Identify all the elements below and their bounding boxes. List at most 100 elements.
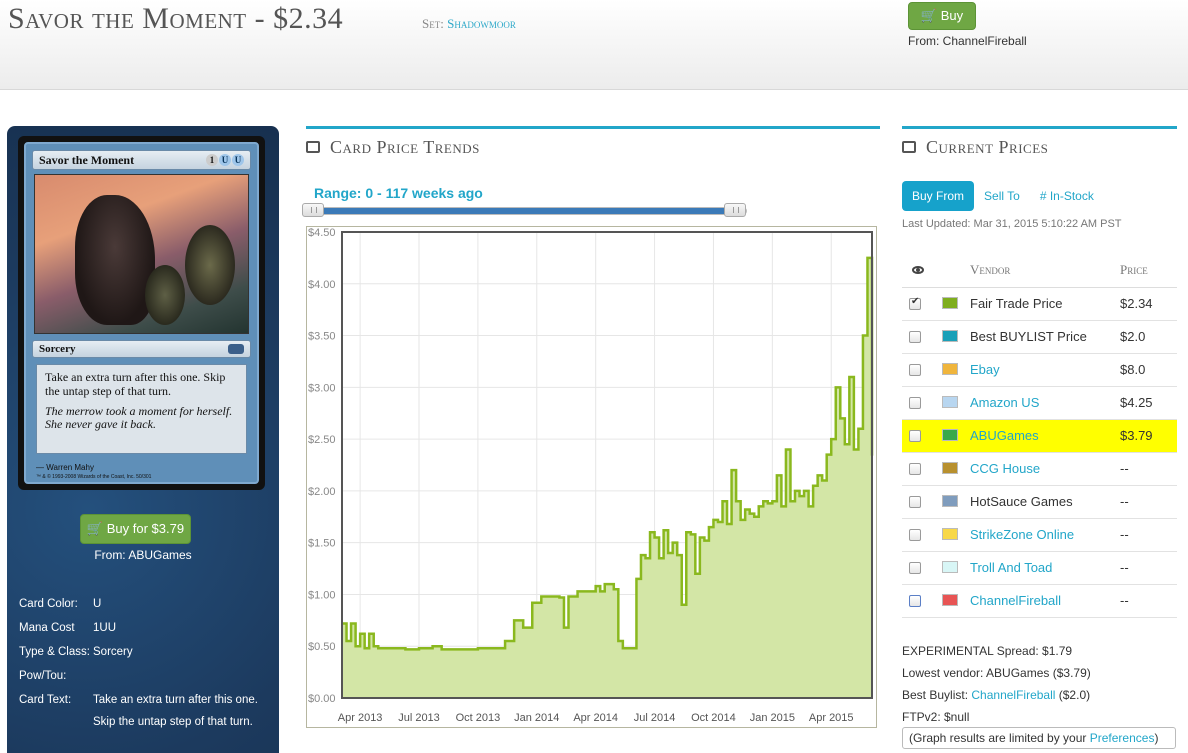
- best-buylist-link[interactable]: ChannelFireball: [971, 688, 1055, 702]
- tab-buy-from[interactable]: Buy From: [902, 181, 975, 211]
- vendor-row: Troll And Toad --: [902, 551, 1177, 585]
- vendor-name[interactable]: ChannelFireball: [970, 593, 1061, 608]
- y-tick-label: $4.00: [308, 279, 336, 291]
- card-text-box: Take an extra turn after this one. Skip …: [36, 364, 247, 454]
- eye-icon: [912, 265, 924, 274]
- x-tick-label: Oct 2013: [456, 712, 501, 724]
- prices-top-rule: [902, 126, 1177, 129]
- preferences-link[interactable]: Preferences: [1090, 731, 1155, 745]
- vendor-name: HotSauce Games: [970, 494, 1073, 509]
- vendor-row: HotSauce Games --: [902, 485, 1177, 519]
- x-tick-label: Jul 2014: [634, 712, 676, 724]
- card-name-bar: Savor the Moment 1UU: [32, 150, 251, 170]
- spread-text: EXPERIMENTAL Spread: $1.79: [902, 644, 1073, 658]
- vendor-name[interactable]: Ebay: [970, 362, 1000, 377]
- vendor-visibility-checkbox[interactable]: [909, 397, 921, 409]
- vendor-name[interactable]: CCG House: [970, 461, 1040, 476]
- vendor-name[interactable]: Amazon US: [970, 395, 1039, 410]
- vendor-visibility-checkbox[interactable]: [909, 430, 921, 442]
- cart-icon: 🛒: [920, 8, 938, 23]
- y-tick-label: $1.00: [308, 589, 336, 601]
- vendor-row: ABUGames $3.79: [902, 419, 1177, 453]
- mana-symbol-blue: U: [232, 154, 244, 166]
- page-title: Savor the Moment - $2.34: [8, 2, 344, 35]
- card-panel: Savor the Moment 1UU Sorcery Take an ext…: [7, 126, 279, 753]
- vendor-row: ChannelFireball --: [902, 584, 1177, 618]
- y-tick-label: $0.50: [308, 641, 336, 653]
- vendor-price: $4.25: [1120, 386, 1177, 420]
- tab-sell-to[interactable]: Sell To: [974, 181, 1030, 211]
- vendor-visibility-checkbox[interactable]: [909, 296, 921, 310]
- range-handle-end[interactable]: [724, 203, 746, 217]
- set-link[interactable]: Shadowmoor: [447, 16, 516, 31]
- vendor-visibility-checkbox[interactable]: [909, 562, 921, 574]
- table-header-row: Vendor Price: [902, 253, 1177, 288]
- best-buylist-text: Best Buylist: ChannelFireball ($2.0): [902, 688, 1091, 702]
- vendor-color-swatch: [942, 495, 958, 507]
- range-slider[interactable]: [302, 203, 747, 217]
- price-summary: EXPERIMENTAL Spread: $1.79 Lowest vendor…: [902, 640, 1182, 728]
- tab-in-stock[interactable]: # In-Stock: [1030, 181, 1104, 211]
- buy-for-button[interactable]: 🛒 Buy for $3.79: [80, 514, 191, 544]
- last-updated: Last Updated: Mar 31, 2015 5:10:22 AM PS…: [902, 218, 1122, 230]
- buy-for-label: Buy for $3.79: [106, 521, 185, 536]
- card-info-row: Pow/Tou:: [19, 670, 67, 682]
- vendor-price-table: Vendor Price Fair Trade Price$2.34Best B…: [902, 253, 1177, 618]
- card-info-row: Mana Cost 1UU: [19, 622, 117, 634]
- vendor-color-swatch: [942, 594, 958, 606]
- vendor-visibility-checkbox[interactable]: [909, 595, 921, 607]
- y-tick-label: $3.00: [308, 382, 336, 394]
- vendor-price: $8.0: [1120, 353, 1177, 387]
- buy-button-label: Buy: [940, 8, 964, 23]
- card-rules-text: Take an extra turn after this one. Skip …: [45, 370, 226, 398]
- vendor-price: --: [1120, 551, 1177, 585]
- mana-symbol-blue: U: [219, 154, 231, 166]
- vendor-visibility-checkbox[interactable]: [909, 529, 921, 541]
- mana-symbol-generic: 1: [206, 154, 218, 166]
- x-tick-label: Oct 2014: [691, 712, 736, 724]
- range-label: Range: 0 - 117 weeks ago: [314, 185, 483, 201]
- prices-title: Current Prices: [902, 137, 1048, 158]
- vendor-name[interactable]: Troll And Toad: [970, 560, 1052, 575]
- card-info-row: Card Color: U: [19, 598, 102, 610]
- vendor-row: Best BUYLIST Price $2.0: [902, 320, 1177, 354]
- x-tick-label: Apr 2014: [573, 712, 618, 724]
- vendor-price: --: [1120, 452, 1177, 486]
- vendor-visibility-checkbox[interactable]: [909, 463, 921, 475]
- set-label: Set: Shadowmoor: [422, 16, 516, 32]
- card-info-row: Card Text: Take an extra turn after this…: [19, 694, 258, 728]
- y-tick-label: $2.50: [308, 434, 336, 446]
- calendar-icon: [306, 140, 320, 153]
- set-symbol-icon: [228, 344, 244, 354]
- card-image: Savor the Moment 1UU Sorcery Take an ext…: [18, 136, 265, 490]
- card-copyright: ™ & © 1993-2008 Wizards of the Coast, In…: [36, 474, 152, 480]
- trends-top-rule: [306, 126, 880, 129]
- vendor-visibility-checkbox[interactable]: [909, 331, 921, 343]
- cart-icon: 🛒: [86, 521, 104, 536]
- set-prefix: Set:: [422, 16, 444, 31]
- buy-for-from: From: ABUGames: [94, 548, 192, 562]
- vendor-visibility-checkbox[interactable]: [909, 496, 921, 508]
- vendor-visibility-checkbox[interactable]: [909, 364, 921, 376]
- ftpv2-text: FTPv2: $null: [902, 710, 970, 724]
- vendor-row: Fair Trade Price $2.34: [902, 287, 1177, 321]
- card-info: Card Color: U Mana Cost 1UU Type & Class…: [19, 593, 274, 733]
- vendor-name[interactable]: StrikeZone Online: [970, 527, 1074, 542]
- vendor-row: CCG House --: [902, 452, 1177, 486]
- y-tick-label: $1.50: [308, 538, 336, 550]
- price-tabs: Buy From Sell To # In-Stock: [902, 181, 1104, 211]
- header-buy-button[interactable]: 🛒 Buy: [908, 2, 976, 30]
- y-tick-label: $0.00: [308, 693, 336, 705]
- x-tick-label: Jul 2013: [398, 712, 440, 724]
- vendor-name[interactable]: ABUGames: [970, 428, 1039, 443]
- trends-title: Card Price Trends: [306, 137, 480, 158]
- vendor-price: --: [1120, 518, 1177, 552]
- vendor-name: Best BUYLIST Price: [970, 329, 1087, 344]
- vendor-row: Amazon US $4.25: [902, 386, 1177, 420]
- vendor-color-swatch: [942, 330, 958, 342]
- x-tick-label: Apr 2015: [809, 712, 854, 724]
- card-flavor-text: The merrow took a moment for herself. Sh…: [45, 403, 233, 432]
- range-handle-start[interactable]: [302, 203, 324, 217]
- page-header: Savor the Moment - $2.34 Set: Shadowmoor…: [0, 0, 1188, 90]
- card-type: Sorcery: [39, 343, 76, 355]
